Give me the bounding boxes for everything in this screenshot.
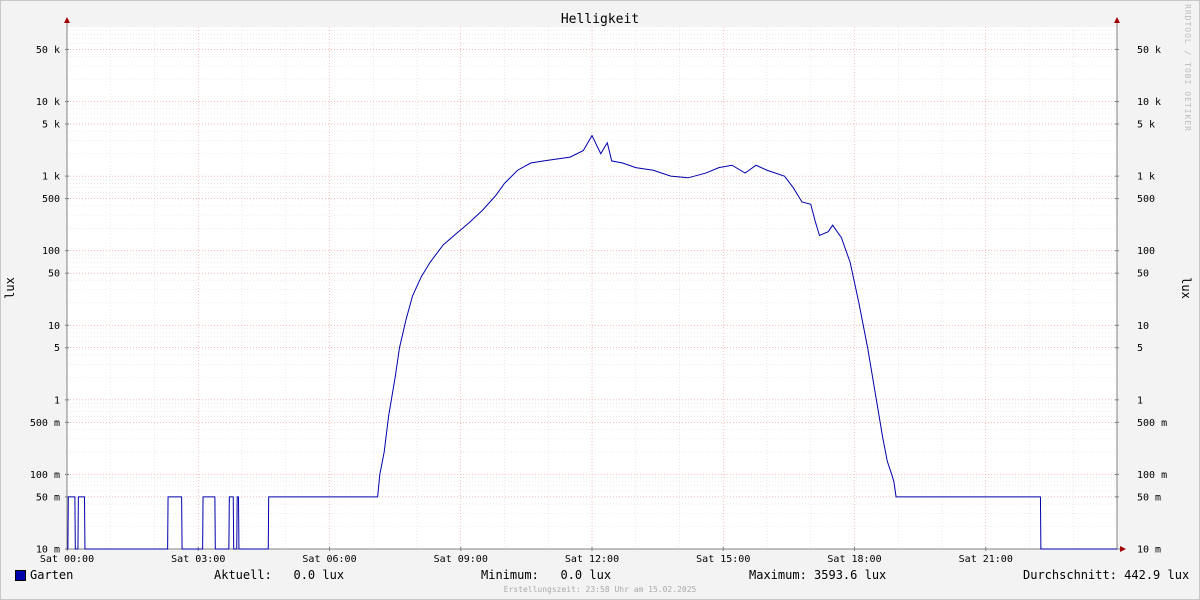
x-tick-label: Sat 18:00 (827, 554, 881, 565)
legend-aktuell: Aktuell: 0.0 lux (214, 568, 345, 582)
y-tick-label-right: 10 k (1137, 97, 1161, 108)
y-tick-label-left: 100 m (30, 470, 60, 481)
y-tick-label-right: 500 (1137, 194, 1155, 205)
y-tick-label-left: 1 (54, 395, 60, 406)
y-tick-label-right: 100 (1137, 246, 1155, 257)
y-tick-label-right: 50 (1137, 269, 1149, 280)
legend-series-name: Garten (30, 568, 74, 582)
y-tick-label-right: 10 (1137, 321, 1149, 332)
y-axis-label-left: lux (3, 277, 17, 299)
y-axis-label-right: lux (1179, 277, 1193, 299)
chart-title: Helligkeit (561, 12, 639, 27)
x-tick-label: Sat 03:00 (171, 554, 225, 565)
y-tick-label-left: 5 k (42, 120, 60, 131)
y-tick-label-left: 100 (42, 246, 60, 257)
y-tick-label-left: 50 m (36, 492, 60, 503)
y-tick-label-left: 10 (48, 321, 60, 332)
y-tick-label-left: 500 m (30, 418, 60, 429)
x-tick-label: Sat 21:00 (959, 554, 1013, 565)
y-tick-label-right: 50 m (1137, 492, 1161, 503)
y-axis-arrow-left (64, 17, 70, 23)
y-tick-label-left: 1 k (42, 172, 60, 183)
x-tick-label: Sat 12:00 (565, 554, 619, 565)
y-tick-label-right: 5 (1137, 343, 1143, 354)
watermark: RRDTOOL / TOBI OETIKER (1183, 4, 1192, 132)
x-tick-label: Sat 09:00 (434, 554, 488, 565)
y-tick-label-left: 50 (48, 269, 60, 280)
legend-maximum: Maximum: 3593.6 lux (749, 568, 887, 582)
legend-durchschnitt: Durchschnitt: 442.9 lux (1023, 568, 1190, 582)
x-tick-label: Sat 06:00 (302, 554, 356, 565)
y-tick-label-left: 10 k (36, 97, 60, 108)
y-tick-label-right: 100 m (1137, 470, 1167, 481)
x-tick-label: Sat 15:00 (696, 554, 750, 565)
y-tick-label-right: 5 k (1137, 120, 1155, 131)
legend-minimum: Minimum: 0.0 lux (481, 568, 612, 582)
footer-timestamp: Erstellungszeit: 23:58 Uhr am 15.02.2025 (503, 585, 697, 594)
x-tick-label: Sat 00:00 (40, 554, 94, 565)
y-tick-label-left: 5 (54, 343, 60, 354)
y-tick-label-right: 10 m (1137, 545, 1161, 556)
y-tick-label-left: 500 (42, 194, 60, 205)
y-tick-label-right: 500 m (1137, 418, 1167, 429)
y-tick-label-right: 50 k (1137, 45, 1161, 56)
chart: 10 m 10 m50 m 50 m100 m 100 m500 m 500 m1 15 5… (3, 12, 1193, 565)
y-axis-arrow-right (1114, 17, 1120, 23)
y-tick-label-right: 1 k (1137, 172, 1155, 183)
y-tick-label-right: 1 (1137, 395, 1143, 406)
legend: Garten Aktuell: 0.0 lux Minimum: 0.0 lux… (0, 568, 1200, 584)
y-tick-label-left: 50 k (36, 45, 60, 56)
x-axis-arrow (1120, 546, 1126, 552)
